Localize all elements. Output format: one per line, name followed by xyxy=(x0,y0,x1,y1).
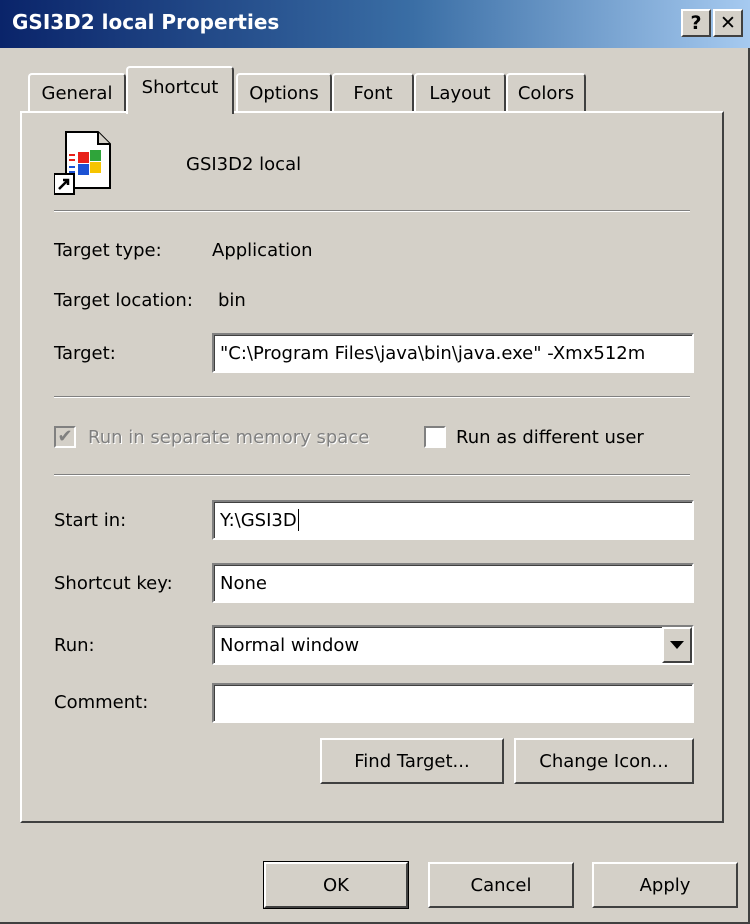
run-label: Run: xyxy=(54,635,95,656)
shortcut-key-label: Shortcut key: xyxy=(54,573,173,594)
target-type-value: Application xyxy=(212,240,313,261)
separator xyxy=(54,210,690,212)
target-label: Target: xyxy=(54,343,116,364)
chevron-down-icon xyxy=(670,641,684,649)
target-location-value: bin xyxy=(218,290,246,311)
window-title: GSI3D2 local Properties xyxy=(12,10,280,34)
close-button[interactable]: ✕ xyxy=(713,9,743,37)
run-as-different-user-checkbox[interactable] xyxy=(424,426,446,448)
properties-dialog: GSI3D2 local Properties ? ✕ General Shor… xyxy=(0,0,750,924)
tab-layout[interactable]: Layout xyxy=(414,73,506,111)
tab-general[interactable]: General xyxy=(28,73,126,111)
apply-button[interactable]: Apply xyxy=(592,862,738,908)
start-in-value: Y:\GSI3D xyxy=(220,509,297,531)
target-location-label: Target location: xyxy=(54,290,193,311)
ok-button[interactable]: OK xyxy=(263,861,409,909)
shortcut-key-input[interactable]: None xyxy=(212,563,694,603)
shortcut-application-icon xyxy=(53,130,114,196)
cancel-button[interactable]: Cancel xyxy=(428,862,574,908)
separator xyxy=(54,396,690,398)
change-icon-button[interactable]: Change Icon... xyxy=(514,738,694,784)
tab-colors[interactable]: Colors xyxy=(506,73,586,111)
tab-options[interactable]: Options xyxy=(236,73,332,111)
run-separate-memory-label: Run in separate memory space xyxy=(88,427,370,448)
help-button[interactable]: ? xyxy=(681,9,711,37)
tab-font[interactable]: Font xyxy=(332,73,414,111)
target-input[interactable]: "C:\Program Files\java\bin\java.exe" -Xm… xyxy=(212,333,694,373)
find-target-button[interactable]: Find Target... xyxy=(320,738,504,784)
tab-shortcut[interactable]: Shortcut xyxy=(126,66,234,114)
run-as-different-user-label: Run as different user xyxy=(456,427,644,448)
start-in-input[interactable]: Y:\GSI3D xyxy=(212,500,694,540)
close-icon: ✕ xyxy=(720,11,736,34)
comment-label: Comment: xyxy=(54,692,149,713)
run-separate-memory-checkbox[interactable]: ✔ xyxy=(54,426,76,448)
comment-input[interactable] xyxy=(212,683,694,723)
run-select[interactable]: Normal window xyxy=(212,625,694,665)
run-select-value: Normal window xyxy=(220,634,360,656)
checkmark-icon: ✔ xyxy=(57,426,73,447)
separator xyxy=(54,474,690,476)
start-in-label: Start in: xyxy=(54,510,127,531)
text-cursor xyxy=(297,509,299,531)
shortcut-name: GSI3D2 local xyxy=(186,154,302,175)
title-bar[interactable]: GSI3D2 local Properties ? ✕ xyxy=(0,0,750,48)
target-type-label: Target type: xyxy=(54,240,162,261)
dropdown-arrow-button[interactable] xyxy=(662,627,692,663)
